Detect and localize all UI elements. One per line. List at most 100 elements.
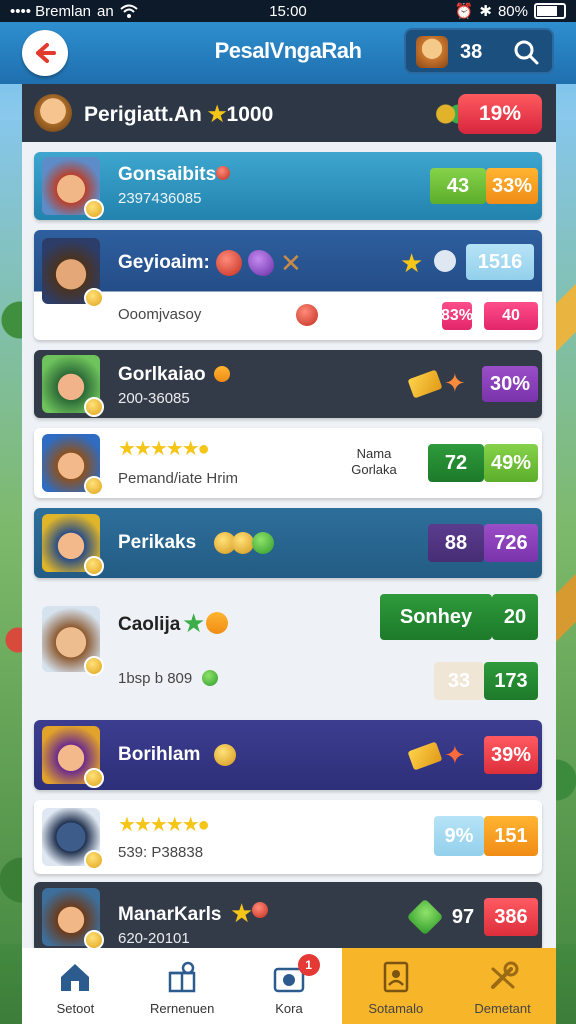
row-name: ManarKarls bbox=[118, 904, 222, 925]
coin-icon bbox=[84, 199, 104, 219]
nav-label: Demetant bbox=[474, 1001, 531, 1016]
crossed-swords-icon: ✕ bbox=[280, 248, 302, 278]
page-title: PesalVngaRah bbox=[214, 38, 362, 63]
nav-item-sotamalo[interactable]: Sotamalo bbox=[342, 948, 450, 1024]
rating-stars-icon: ★★★★★● bbox=[118, 814, 210, 836]
stat-extra: 40 bbox=[484, 302, 538, 330]
player-percent-badge: 19% bbox=[458, 94, 542, 134]
leaderboard-row[interactable]: Borihlam ✦ 39% bbox=[34, 720, 542, 790]
stat-value: 43 bbox=[430, 168, 486, 204]
row-name: Gonsaibits bbox=[118, 164, 217, 185]
nav-item-rernenuen[interactable]: Rernenuen bbox=[129, 948, 236, 1024]
avatar bbox=[42, 514, 104, 576]
avatar bbox=[42, 434, 104, 496]
leaderboard-row[interactable]: Gorlkaiao 200-36085 ✦ 30% bbox=[34, 350, 542, 418]
row-sub: 2397436085 bbox=[118, 190, 202, 207]
nav-label: Rernenuen bbox=[150, 1001, 215, 1016]
nav-label: Sotamalo bbox=[368, 1001, 424, 1016]
back-button[interactable] bbox=[22, 30, 68, 76]
potion-icon bbox=[248, 250, 274, 276]
flower-icon bbox=[296, 304, 318, 326]
stat-value: 72 bbox=[428, 444, 484, 482]
leaderboard-row[interactable]: Gonsaibits 2397436085 43 33% bbox=[34, 152, 542, 220]
badge-icon bbox=[214, 366, 230, 382]
status-bar: •••• Bremlan an 15:00 ⏰ ✱ 80% bbox=[0, 0, 576, 22]
star-icon: ★ bbox=[230, 898, 254, 928]
leaderboard-row[interactable]: ManarKarls ★ 620-20101 97 386 bbox=[34, 882, 542, 952]
alarm-icon: ⏰ bbox=[454, 3, 474, 20]
row-note: Nama Gorlaka bbox=[334, 446, 414, 477]
carrier-label: •••• Bremlan bbox=[10, 2, 92, 20]
ticket-icon bbox=[407, 369, 443, 399]
bottom-nav: Setoot Rernenuen 1 Kora Sotamalo Demetan… bbox=[22, 948, 556, 1024]
stat-percent: 49% bbox=[484, 444, 538, 482]
stat-extra: 173 bbox=[484, 662, 538, 700]
flame-icon: ✦ bbox=[444, 368, 466, 398]
heart-icon bbox=[216, 166, 230, 180]
bluetooth-icon: ✱ bbox=[479, 3, 492, 20]
search-icon[interactable] bbox=[512, 38, 540, 66]
battery-percent: 80% bbox=[497, 2, 528, 20]
nav-item-demetant[interactable]: Demetant bbox=[449, 948, 556, 1024]
avatar bbox=[42, 355, 104, 417]
stat-extra: 726 bbox=[484, 524, 538, 562]
row-name: 539: P38838 bbox=[118, 844, 204, 861]
note-line-2: Gorlaka bbox=[351, 461, 397, 477]
stat-value: 1516 bbox=[466, 244, 534, 280]
leaderboard-row[interactable]: Geyioaim: ✕ ★ 1516 Ooomjvasoy 83% 40 bbox=[34, 230, 542, 340]
coin-count: 38 bbox=[460, 41, 483, 63]
avatar bbox=[42, 808, 104, 870]
leaderboard-panel: Perigiatt.An ★1000 19% Gonsaibits 239743… bbox=[22, 84, 556, 958]
stat-value: 151 bbox=[484, 816, 538, 856]
coin-icon bbox=[84, 656, 104, 676]
player-name-text: Perigiatt.An bbox=[84, 103, 202, 126]
row-name: Borihlam bbox=[118, 744, 201, 765]
stat-percent: 39% bbox=[484, 736, 538, 774]
nav-label: Kora bbox=[275, 1001, 303, 1016]
stat-percent: 9% bbox=[434, 816, 484, 856]
star-icon: ★ bbox=[207, 103, 227, 126]
stat-percent: 33% bbox=[486, 168, 538, 204]
coin-icon bbox=[84, 930, 104, 950]
back-arrow-icon bbox=[36, 43, 56, 63]
avatar bbox=[42, 726, 104, 788]
leaderboard-row[interactable]: Caolija ★ 1bsp b 809 Sonhey 20 33 173 bbox=[34, 588, 542, 708]
character-icon bbox=[216, 250, 242, 276]
coin-panel[interactable]: 38 bbox=[404, 28, 554, 74]
network-label: an bbox=[97, 2, 114, 20]
note-line-1: Nama bbox=[356, 446, 392, 461]
row-sub: Ooomjvasoy bbox=[118, 306, 202, 323]
nav-item-setoot[interactable]: Setoot bbox=[22, 948, 129, 1024]
coin-icon bbox=[84, 476, 104, 496]
stat-spacer bbox=[430, 736, 484, 774]
leaderboard-row[interactable]: ★★★★★● Pemand/iate Hrim Nama Gorlaka 72 … bbox=[34, 428, 542, 498]
row-name: Pemand/iate Hrim bbox=[118, 470, 239, 487]
player-avatar-icon bbox=[416, 36, 448, 68]
battery-icon bbox=[534, 3, 566, 19]
coin-icon bbox=[84, 850, 104, 870]
emerald-icon bbox=[406, 898, 444, 936]
coin-icon bbox=[84, 556, 104, 576]
coin-icon bbox=[84, 768, 104, 788]
coin-icon bbox=[84, 397, 104, 417]
gem-icon bbox=[252, 902, 268, 918]
player-avatar bbox=[34, 94, 72, 132]
wifi-icon bbox=[120, 4, 138, 18]
player-summary-bar[interactable]: Perigiatt.An ★1000 19% bbox=[22, 84, 556, 142]
card-icon bbox=[383, 961, 409, 993]
star-icon: ★ bbox=[182, 608, 206, 638]
avatar bbox=[42, 157, 104, 219]
stat-percent: 30% bbox=[482, 366, 538, 402]
row-sub: 1bsp b 809 bbox=[118, 670, 193, 687]
ghost-icon bbox=[434, 250, 456, 272]
star-icon: ★ bbox=[400, 248, 424, 278]
gem-icon bbox=[202, 670, 218, 686]
leaderboard-row[interactable]: ★★★★★● 539: P38838 9% 151 bbox=[34, 800, 542, 874]
leaderboard-row[interactable]: Perikaks 88 726 bbox=[34, 508, 542, 578]
nav-item-kora[interactable]: 1 Kora bbox=[236, 948, 343, 1024]
row-name: Geyioaim: bbox=[118, 252, 210, 273]
nav-label: Setoot bbox=[56, 1001, 95, 1016]
stat-value: 97 bbox=[451, 905, 475, 928]
row-sub: 620-20101 bbox=[118, 930, 190, 947]
badge-icon bbox=[206, 612, 228, 634]
